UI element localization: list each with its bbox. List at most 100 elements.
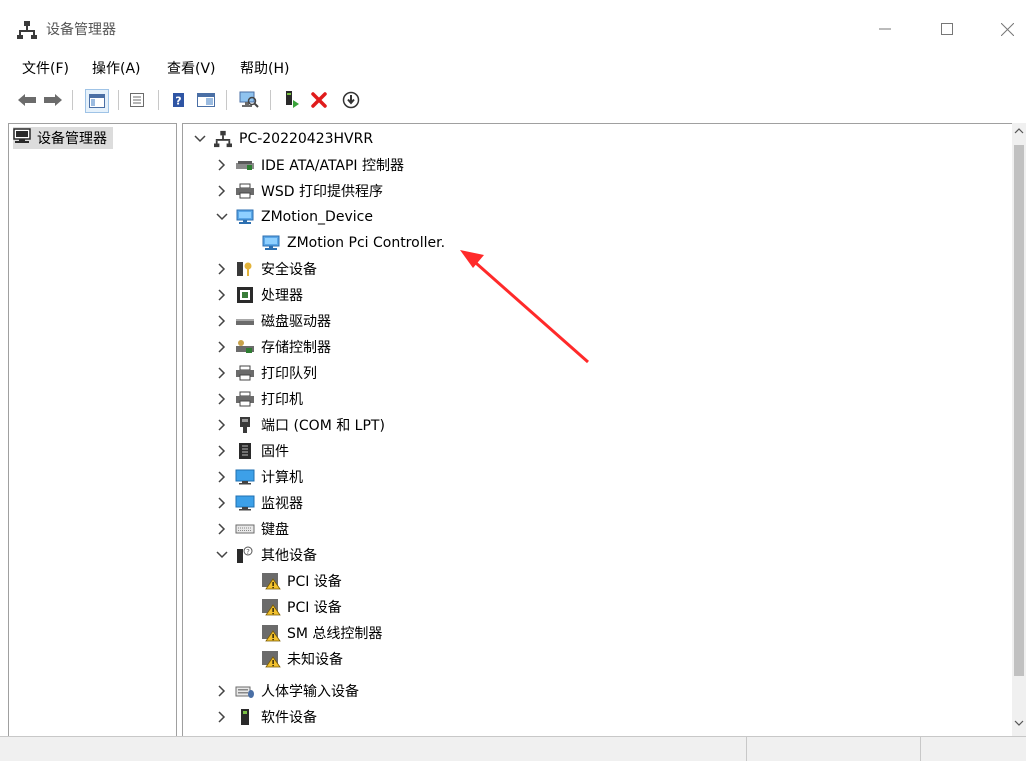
tree-item-zmotion-pci-controller[interactable]: ZMotion Pci Controller. (261, 231, 445, 255)
unknown-device-warning-icon (261, 624, 281, 642)
properties-button[interactable] (126, 89, 148, 111)
scroll-down-arrow-icon[interactable] (1014, 719, 1024, 731)
tree-item-zmotion-device[interactable]: ZMotion_Device (215, 205, 373, 229)
chevron-right-icon[interactable] (215, 444, 229, 458)
chevron-right-icon[interactable] (215, 262, 229, 276)
back-button[interactable] (16, 89, 38, 111)
tree-root-row[interactable]: PC-20220423HVRR (193, 127, 373, 151)
chevron-right-icon[interactable] (215, 288, 229, 302)
chevron-right-icon[interactable] (215, 340, 229, 354)
chevron-down-icon[interactable] (215, 210, 229, 224)
maximize-button[interactable] (924, 13, 970, 45)
device-tree-pane: PC-20220423HVRR IDE ATA/ATAPI 控制器 WSD 打印… (182, 123, 1026, 738)
chevron-right-icon[interactable] (215, 314, 229, 328)
toolbar-separator (226, 90, 227, 110)
chevron-down-icon[interactable] (193, 132, 207, 146)
tree-item-computer[interactable]: 计算机 (215, 465, 303, 489)
chevron-right-icon[interactable] (215, 418, 229, 432)
scan-hardware-icon (239, 91, 259, 108)
tree-item-storage-controllers[interactable]: 存储控制器 (215, 335, 331, 359)
tree-item-label: 磁盘驱动器 (261, 314, 331, 330)
tree-item-wsd-print[interactable]: WSD 打印提供程序 (215, 179, 383, 203)
console-tree-item-device-manager[interactable]: 设备管理器 (13, 127, 113, 149)
tree-item-hid[interactable]: 人体学输入设备 (215, 679, 359, 703)
toolbar: ? (0, 85, 1026, 115)
window-title: 设备管理器 (46, 22, 116, 38)
ide-controller-icon (235, 156, 255, 174)
chevron-right-icon[interactable] (215, 366, 229, 380)
status-bar-divider (920, 737, 921, 761)
other-devices-icon: ? (235, 546, 255, 564)
tree-item-label: 未知设备 (287, 652, 343, 668)
unknown-device-warning-icon (261, 650, 281, 668)
update-driver-button[interactable] (281, 89, 303, 111)
title-bar[interactable]: 设备管理器 (0, 0, 1026, 52)
menu-action[interactable]: 操作(A) (92, 58, 141, 78)
tree-item-print-queues[interactable]: 打印队列 (215, 361, 317, 385)
scrollbar-thumb[interactable] (1014, 145, 1024, 676)
tree-item-processors[interactable]: 处理器 (215, 283, 303, 307)
close-button[interactable] (984, 13, 1026, 45)
tree-item-label: 软件设备 (261, 710, 317, 726)
tree-item-sm-bus-controller[interactable]: SM 总线控制器 (261, 621, 382, 645)
tree-item-other-devices[interactable]: ? 其他设备 (215, 543, 317, 567)
minimize-icon (879, 28, 891, 30)
tree-root-label: PC-20220423HVRR (239, 131, 374, 147)
tree-item-ide-controller[interactable]: IDE ATA/ATAPI 控制器 (215, 153, 404, 177)
console-tree-label: 设备管理器 (37, 131, 107, 147)
tree-item-software-devices[interactable]: 软件设备 (215, 705, 317, 729)
tree-item-unknown-device[interactable]: 未知设备 (261, 647, 343, 671)
svg-text:?: ? (246, 548, 250, 556)
chevron-right-icon[interactable] (215, 470, 229, 484)
chevron-right-icon[interactable] (215, 158, 229, 172)
maximize-icon (941, 23, 953, 35)
chevron-right-icon[interactable] (215, 392, 229, 406)
view-button[interactable] (195, 89, 217, 111)
uninstall-icon (311, 92, 327, 108)
tree-item-disk-drives[interactable]: 磁盘驱动器 (215, 309, 331, 333)
tree-item-firmware[interactable]: 固件 (215, 439, 289, 463)
chevron-right-icon[interactable] (215, 710, 229, 724)
close-icon (1000, 22, 1014, 36)
tree-item-label: 安全设备 (261, 262, 317, 278)
chevron-right-icon[interactable] (215, 184, 229, 198)
monitor-icon (235, 494, 255, 512)
uninstall-device-button[interactable] (308, 89, 330, 111)
tree-item-security-devices[interactable]: 安全设备 (215, 257, 317, 281)
show-hide-console-tree-button[interactable] (85, 89, 109, 113)
tree-item-label: ZMotion Pci Controller. (287, 235, 446, 251)
tree-item-keyboards[interactable]: 键盘 (215, 517, 289, 541)
tree-item-pci-device-2[interactable]: PCI 设备 (261, 595, 342, 619)
chevron-right-icon[interactable] (215, 684, 229, 698)
printer-icon (235, 364, 255, 382)
tree-item-ports[interactable]: 端口 (COM 和 LPT) (215, 413, 385, 437)
tree-item-monitors[interactable]: 监视器 (215, 491, 303, 515)
help-button[interactable]: ? (168, 89, 190, 111)
menu-file[interactable]: 文件(F) (22, 58, 69, 78)
tree-item-label: IDE ATA/ATAPI 控制器 (261, 158, 405, 174)
tree-item-label: 其他设备 (261, 548, 317, 564)
chevron-right-icon[interactable] (215, 522, 229, 536)
chevron-right-icon[interactable] (215, 496, 229, 510)
scan-hardware-button[interactable] (238, 89, 260, 111)
tree-item-label: ZMotion_Device (261, 209, 373, 225)
chevron-down-icon[interactable] (215, 548, 229, 562)
tree-item-pci-device-1[interactable]: PCI 设备 (261, 569, 342, 593)
tree-item-label: 固件 (261, 444, 289, 460)
security-device-icon (235, 260, 255, 278)
forward-button[interactable] (42, 89, 64, 111)
menu-help[interactable]: 帮助(H) (240, 58, 289, 78)
menu-view[interactable]: 查看(V) (167, 58, 216, 78)
properties-icon (130, 93, 144, 107)
tree-item-label: 人体学输入设备 (261, 684, 359, 700)
port-icon (235, 416, 255, 434)
minimize-button[interactable] (862, 13, 908, 45)
toolbar-separator (118, 90, 119, 110)
enable-device-button[interactable] (340, 89, 362, 111)
network-device-icon (261, 234, 281, 252)
scroll-up-arrow-icon[interactable] (1014, 127, 1024, 139)
hid-icon (235, 682, 255, 700)
tree-item-label: 监视器 (261, 496, 303, 512)
vertical-scrollbar[interactable] (1012, 123, 1026, 736)
tree-item-printers[interactable]: 打印机 (215, 387, 303, 411)
